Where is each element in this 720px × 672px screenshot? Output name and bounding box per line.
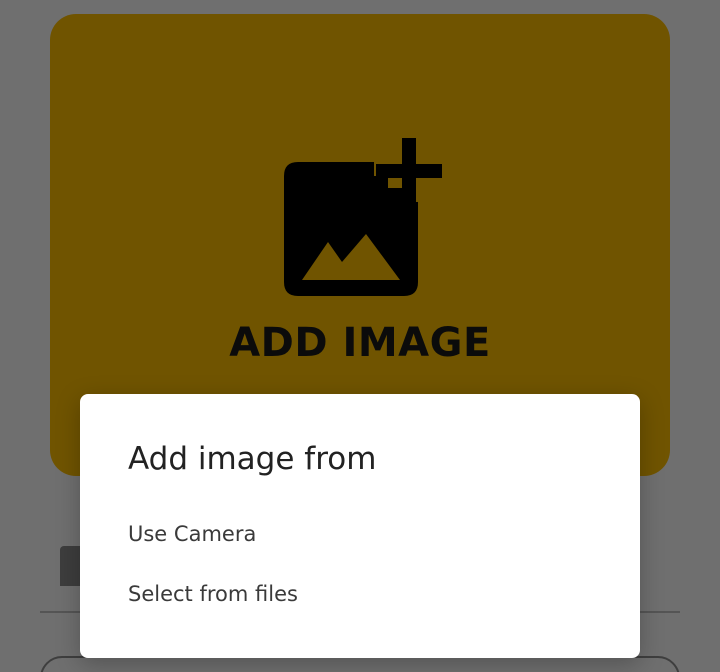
image-source-dialog: Add image from Use Camera Select from fi… [80,394,640,658]
text-field [40,656,680,672]
use-camera-option[interactable]: Use Camera [80,510,640,562]
use-camera-label: Use Camera [128,522,257,546]
add-image-label: ADD IMAGE [229,320,491,366]
select-from-files-option[interactable]: Select from files [80,570,640,622]
dialog-title: Add image from [128,441,377,477]
add-photo-icon [284,138,442,296]
screen: ADD IMAGE Add image from Use Camera Sele… [0,0,720,672]
select-from-files-label: Select from files [128,582,298,606]
